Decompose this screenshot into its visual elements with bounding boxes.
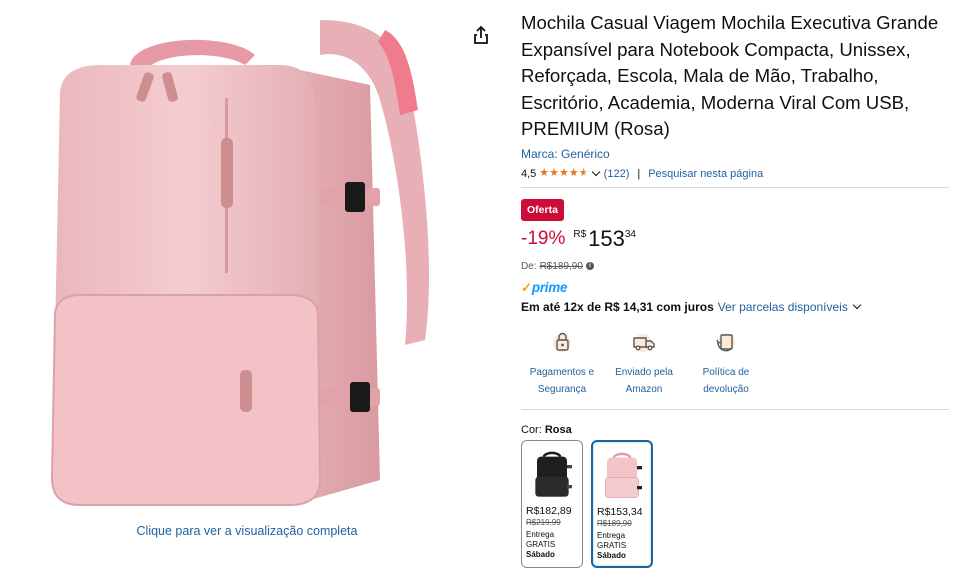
star-rating-icon[interactable]: ★ ★ ★ ★ ★ [539, 168, 588, 179]
color-label: Cor: [521, 423, 542, 436]
color-swatch-black[interactable]: R$182,89 R$219,99 Entrega GRATIS Sábado [521, 439, 583, 568]
color-swatch-pink[interactable]: R$153,34 R$189,90 Entrega GRATIS Sábado [591, 439, 653, 568]
product-image[interactable] [40, 10, 440, 515]
swatch-shipping: Entrega GRATIS Sábado [522, 530, 582, 560]
swatch-old-price: R$219,99 [526, 517, 561, 527]
view-full-image-link[interactable]: Clique para ver a visualização completa [0, 524, 494, 538]
swatch-shipping-line: Entrega [526, 529, 555, 539]
price-fraction: 34 [624, 228, 636, 240]
swatch-price: R$182,89 [526, 504, 572, 517]
list-price-row: De: R$189,90 i [521, 261, 949, 272]
share-icon[interactable] [470, 24, 492, 46]
feature-secure-payment[interactable]: Pagamentos e Segurança [521, 328, 603, 398]
rating-value: 4,5 [521, 167, 537, 180]
swatch-shipping: Entrega GRATIS Sábado [593, 531, 651, 561]
divider [521, 408, 949, 410]
chevron-down-icon[interactable] [852, 300, 862, 309]
star-icon: ★ [559, 167, 569, 179]
installments-text: Em até 12x de R$ 14,31 com juros [521, 299, 714, 314]
installments-row: Em até 12x de R$ 14,31 com juros Ver par… [521, 300, 949, 314]
half-star-icon: ★ [578, 167, 589, 179]
review-count-link[interactable]: (122) [604, 168, 630, 180]
secure-payment-icon [553, 332, 571, 352]
installments-link[interactable]: Ver parcelas disponíveis [718, 300, 848, 314]
discount-percent: -19% [521, 227, 566, 249]
black-backpack-thumbnail [535, 451, 572, 497]
brand-link[interactable]: Marca: Genérico [521, 147, 949, 161]
swatch-old-price: R$189,90 [597, 518, 632, 528]
price-row: -19% R$ 153 34 [521, 225, 949, 253]
chevron-down-icon[interactable] [591, 167, 600, 177]
feature-label: Pagamentos e Segurança [529, 366, 595, 395]
feature-label: Política de devolução [702, 366, 750, 395]
list-price-label: De: [521, 260, 537, 272]
price-whole: 153 [588, 225, 625, 251]
image-column: Clique para ver a visualização completa [0, 0, 500, 586]
star-icon: ★ [568, 167, 579, 179]
swatch-shipping-line: GRATIS [597, 540, 627, 550]
swatch-shipping-line: GRATIS [526, 539, 556, 549]
rating-row: 4,5 ★ ★ ★ ★ ★ (122) | Pesquisar nesta pá… [521, 167, 949, 181]
feature-shipped-by-amazon[interactable]: Enviado pela Amazon [603, 328, 685, 398]
list-price: R$189,90 [539, 260, 583, 272]
divider [521, 186, 949, 188]
swatch-shipping-line: Entrega [597, 530, 626, 540]
selected-color: Rosa [544, 423, 572, 436]
info-icon[interactable]: i [585, 262, 594, 270]
swatch-delivery-day: Sábado [597, 550, 626, 560]
star-icon: ★ [539, 167, 550, 179]
feature-label: Enviado pela Amazon [615, 366, 673, 395]
deal-badge: Oferta [521, 198, 564, 221]
divider: | [637, 167, 641, 180]
star-icon: ★ [549, 167, 560, 179]
search-this-page-link[interactable]: Pesquisar nesta página [648, 168, 763, 180]
pink-backpack-thumbnail [605, 452, 642, 498]
return-policy-icon [716, 332, 735, 351]
prime-logo: prime [531, 280, 568, 295]
feature-return-policy[interactable]: Política de devolução [685, 328, 767, 398]
prime-check-icon: ✓ [521, 279, 532, 295]
swatch-delivery-day: Sábado [526, 549, 555, 559]
color-swatches: R$182,89 R$219,99 Entrega GRATIS Sábado … [521, 439, 949, 568]
feature-icons-row: Pagamentos e Segurança Enviado pela Amaz… [521, 328, 949, 398]
product-title: Mochila Casual Viagem Mochila Executiva … [521, 12, 939, 139]
color-selector-label: Cor: Rosa [521, 424, 949, 436]
prime-badge: ✓ prime [521, 279, 949, 296]
delivery-truck-icon [633, 333, 655, 352]
product-details: Mochila Casual Viagem Mochila Executiva … [521, 10, 949, 568]
price-currency: R$ [573, 228, 587, 240]
swatch-price: R$153,34 [597, 505, 643, 518]
